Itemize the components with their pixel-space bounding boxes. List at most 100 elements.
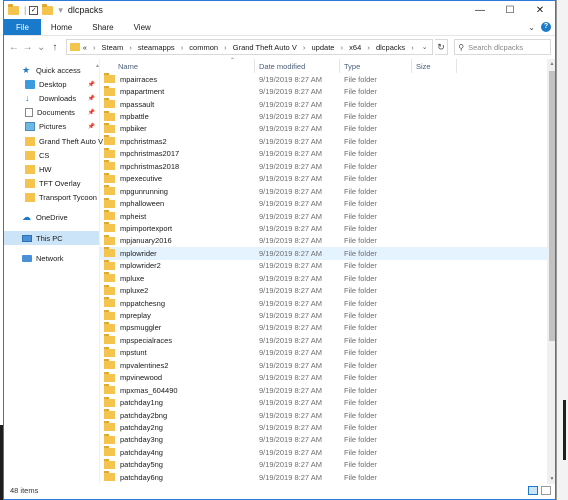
sidebar-item-gtav[interactable]: Grand Theft Auto V xyxy=(4,134,103,148)
file-row[interactable]: mppatchesng 9/19/2019 8:27 AM File folder xyxy=(100,297,555,309)
file-row[interactable]: patchday2bng 9/19/2019 8:27 AM File folder xyxy=(100,409,555,421)
file-row[interactable]: mpchristmas2018 9/19/2019 8:27 AM File fol… xyxy=(100,160,555,172)
column-header-date[interactable]: Date modified xyxy=(255,59,340,73)
sidebar-item-documents[interactable]: Documents 📌 xyxy=(4,106,99,120)
quick-access-toolbar-dropdown[interactable]: ▾ xyxy=(58,5,63,16)
file-row[interactable]: mpbiker 9/19/2019 8:27 AM File folder xyxy=(100,122,555,135)
file-row[interactable]: mplowrider2 9/19/2019 8:27 AM File folder xyxy=(100,259,555,272)
file-row[interactable]: mpsmuggler 9/19/2019 8:27 AM File folder xyxy=(100,321,555,334)
file-row[interactable]: mpbattle 9/19/2019 8:27 AM File folder xyxy=(100,110,555,122)
column-header-type[interactable]: Type xyxy=(340,59,412,73)
file-row[interactable]: patchday5ng 9/19/2019 8:27 AM File folder xyxy=(100,458,555,471)
sidebar-item-quick-access[interactable]: ★ Quick access xyxy=(4,63,99,77)
file-row[interactable]: mpluxe 9/19/2019 8:27 AM File folder xyxy=(100,272,555,284)
file-name-cell: patchday3ng xyxy=(100,433,255,444)
file-type: File folder xyxy=(344,87,377,97)
file-row[interactable]: mpvalentines2 9/19/2019 8:27 AM File folde… xyxy=(100,359,555,371)
forward-button[interactable]: → xyxy=(22,42,34,53)
search-box[interactable]: ⚲ Search dlcpacks xyxy=(454,39,551,55)
file-row[interactable]: patchday2ng 9/19/2019 8:27 AM File folder xyxy=(100,421,555,433)
navigation-pane[interactable]: ▲ ★ Quick access Desktop 📌 ↓ Downloads 📌… xyxy=(4,59,103,484)
file-row[interactable]: mplowrider 9/19/2019 8:27 AM File folder xyxy=(100,247,555,260)
help-icon[interactable]: ? xyxy=(541,22,551,32)
sidebar-item-hw[interactable]: HW xyxy=(4,162,99,176)
column-header-size[interactable]: Size xyxy=(412,59,457,73)
file-row[interactable]: mpspecialraces 9/19/2019 8:27 AM File fold… xyxy=(100,334,555,346)
sidebar-item-network[interactable]: Network xyxy=(4,251,99,265)
file-row[interactable]: mpchristmas2 9/19/2019 8:27 AM File folder xyxy=(100,135,555,147)
breadcrumb-separator[interactable]: › xyxy=(367,43,370,52)
tab-home[interactable]: Home xyxy=(41,19,82,35)
file-row[interactable]: patchday3ng 9/19/2019 8:27 AM File folder xyxy=(100,433,555,446)
breadcrumb-separator[interactable]: › xyxy=(303,43,306,52)
file-list[interactable]: ⌃ Name Date modified Type Size mpairrace… xyxy=(100,58,555,484)
sidebar-item-desktop[interactable]: Desktop 📌 xyxy=(4,77,99,91)
refresh-icon[interactable]: ↻ xyxy=(434,39,449,55)
breadcrumb-separator[interactable]: › xyxy=(181,43,184,52)
file-row[interactable]: mpluxe2 9/19/2019 8:27 AM File folder xyxy=(100,284,555,296)
expand-ribbon-icon[interactable]: ⌄ xyxy=(528,23,535,32)
sidebar-item-label: Documents xyxy=(37,108,75,118)
breadcrumb-separator[interactable]: › xyxy=(224,43,227,52)
file-row[interactable]: mpassault 9/19/2019 8:27 AM File folder xyxy=(100,98,555,110)
sidebar-item-transport-tycoon[interactable]: Transport Tycoon xyxy=(4,191,99,205)
recent-locations-chevron-icon[interactable]: ⌄ xyxy=(35,42,47,53)
sidebar-item-onedrive[interactable]: ☁ OneDrive xyxy=(4,211,99,225)
vertical-scrollbar[interactable]: ▲ ▼ xyxy=(547,59,555,484)
file-name-cell: patchday2ng xyxy=(100,421,255,432)
breadcrumb-dlcpacks[interactable]: dlcpacks xyxy=(376,43,405,52)
file-name: mpassault xyxy=(120,99,155,109)
address-dropdown-icon[interactable]: ⌄ xyxy=(418,43,432,51)
scroll-up-icon[interactable]: ▲ xyxy=(547,59,555,69)
file-row[interactable]: mpgunrunning 9/19/2019 8:27 AM File folder xyxy=(100,185,555,197)
tab-view[interactable]: View xyxy=(124,19,161,35)
file-name: mpgunrunning xyxy=(120,186,168,196)
new-folder-icon[interactable] xyxy=(42,3,54,15)
file-row[interactable]: mpimportexport 9/19/2019 8:27 AM File fold… xyxy=(100,222,555,234)
back-button[interactable]: ← xyxy=(8,42,20,53)
breadcrumb-x64[interactable]: x64 xyxy=(349,43,361,52)
details-view-icon[interactable] xyxy=(528,486,538,495)
minimize-button[interactable]: — xyxy=(465,1,495,19)
file-row[interactable]: mpchristmas2017 9/19/2019 8:27 AM File fol… xyxy=(100,147,555,160)
file-row[interactable]: mpjanuary2016 9/19/2019 8:27 AM File folde… xyxy=(100,234,555,247)
breadcrumb-update[interactable]: update xyxy=(312,43,335,52)
breadcrumb-steamapps[interactable]: steamapps xyxy=(138,43,175,52)
file-row[interactable]: mpheist 9/19/2019 8:27 AM File folder xyxy=(100,210,555,222)
file-row[interactable]: mpairraces 9/19/2019 8:27 AM File folder xyxy=(100,73,555,85)
sidebar-item-label: Network xyxy=(36,253,64,263)
close-button[interactable]: ✕ xyxy=(525,1,555,19)
file-row[interactable]: mpxmas_604490 9/19/2019 8:27 AM File folde… xyxy=(100,384,555,396)
file-row[interactable]: mpreplay 9/19/2019 8:27 AM File folder xyxy=(100,309,555,321)
scrollbar-thumb[interactable] xyxy=(549,71,555,341)
breadcrumb-separator[interactable]: › xyxy=(129,43,132,52)
sidebar-item-this-pc[interactable]: This PC xyxy=(4,231,99,246)
sidebar-item-pictures[interactable]: Pictures 📌 xyxy=(4,120,99,134)
search-input[interactable]: Search dlcpacks xyxy=(468,43,523,52)
breadcrumb-steam[interactable]: Steam xyxy=(102,43,124,52)
file-row[interactable]: patchday4ng 9/19/2019 8:27 AM File folder xyxy=(100,446,555,458)
address-bar[interactable]: « › Steam › steamapps › common › Grand T… xyxy=(65,39,433,55)
breadcrumb-common[interactable]: common xyxy=(189,43,218,52)
breadcrumb-separator[interactable]: › xyxy=(341,43,344,52)
file-row[interactable]: mpexecutive 9/19/2019 8:27 AM File folder xyxy=(100,172,555,185)
breadcrumb-separator[interactable]: › xyxy=(411,43,414,52)
file-row[interactable]: mphalloween 9/19/2019 8:27 AM File folder xyxy=(100,197,555,209)
maximize-button[interactable]: ☐ xyxy=(495,1,525,19)
breadcrumb-gtav[interactable]: Grand Theft Auto V xyxy=(233,43,297,52)
sidebar-item-downloads[interactable]: ↓ Downloads 📌 xyxy=(4,91,99,105)
sidebar-item-tft-overlay[interactable]: TFT Overlay xyxy=(4,177,99,191)
sidebar-item-cs[interactable]: CS xyxy=(4,148,99,162)
file-row[interactable]: mpvinewood 9/19/2019 8:27 AM File folder xyxy=(100,371,555,384)
tab-file[interactable]: File xyxy=(4,19,41,35)
window-title: dlcpacks xyxy=(67,5,103,15)
file-date: 9/19/2019 8:27 AM xyxy=(259,273,322,283)
up-button[interactable]: ↑ xyxy=(49,42,61,53)
tab-share[interactable]: Share xyxy=(82,19,123,35)
breadcrumb-overflow[interactable]: « xyxy=(83,43,87,52)
properties-icon[interactable]: ✓ xyxy=(29,5,39,15)
file-row[interactable]: patchday1ng 9/19/2019 8:27 AM File folder xyxy=(100,396,555,408)
large-icons-view-icon[interactable] xyxy=(541,486,551,495)
file-row[interactable]: mpstunt 9/19/2019 8:27 AM File folder xyxy=(100,346,555,359)
file-row[interactable]: mpapartment 9/19/2019 8:27 AM File folder xyxy=(100,85,555,97)
